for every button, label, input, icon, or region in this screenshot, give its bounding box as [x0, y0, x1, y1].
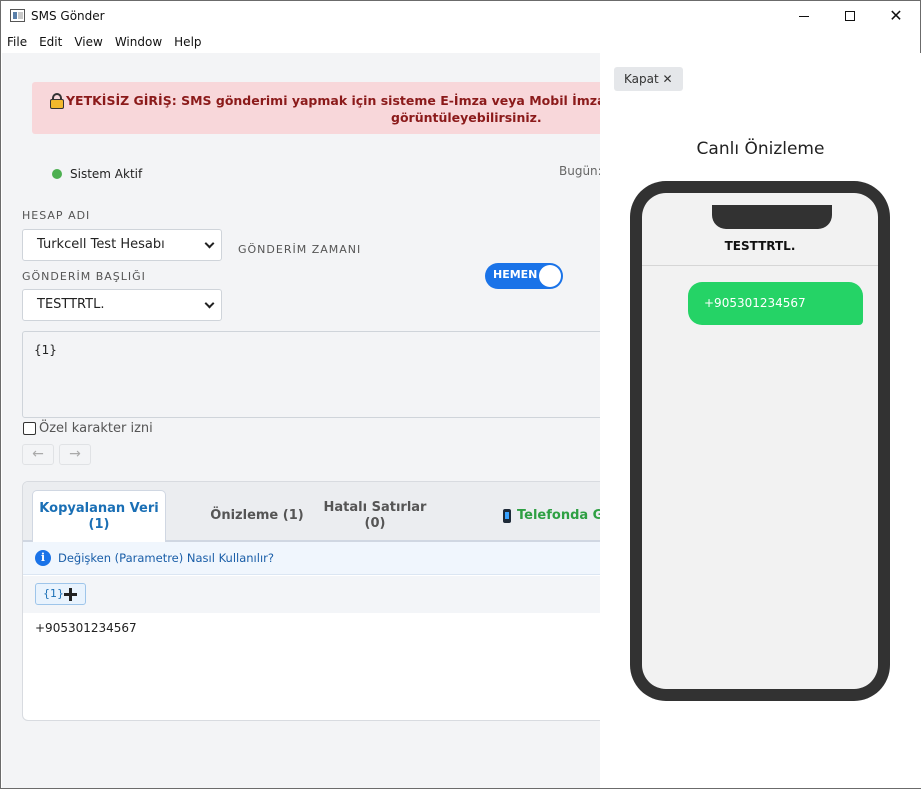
- tab-error-rows-label: Hatalı Satırlar: [323, 500, 427, 515]
- alert-line-1: YETKİSİZ GİRİŞ: SMS gönderimi yapmak içi…: [50, 93, 600, 109]
- schedule-label: GÖNDERİM ZAMANI: [238, 243, 362, 256]
- close-icon: ✕: [889, 6, 903, 25]
- alert-prefix: YETKİSİZ GİRİŞ:: [66, 93, 177, 108]
- header-label: GÖNDERİM BAŞLIĞI: [22, 270, 146, 283]
- account-select-value: Turkcell Test Hesabı: [37, 237, 165, 252]
- move-icon[interactable]: [64, 588, 77, 601]
- close-window-button[interactable]: ✕: [873, 1, 919, 31]
- screen-divider: [642, 265, 878, 266]
- header-select[interactable]: TESTTRTL.: [22, 289, 222, 321]
- close-preview-button[interactable]: Kapat ✕: [614, 67, 683, 91]
- phone-notch: [712, 205, 832, 229]
- title-bar: SMS Gönder ✕: [1, 1, 920, 31]
- account-select[interactable]: Turkcell Test Hesabı: [22, 229, 222, 261]
- menu-bar: File Edit View Window Help: [1, 31, 920, 53]
- send-now-toggle[interactable]: HEMEN: [485, 263, 563, 289]
- lock-icon: [50, 93, 64, 109]
- header-select-value: TESTTRTL.: [37, 297, 105, 312]
- account-label: HESAP ADI: [22, 209, 91, 222]
- tab-phone-preview[interactable]: Telefonda Gö: [503, 490, 600, 542]
- today-label: Bugün:: [559, 164, 600, 178]
- tab-preview-label: Önizleme (1): [210, 508, 304, 523]
- parameter-row: {1}: [23, 576, 600, 613]
- maximize-button[interactable]: [827, 1, 873, 31]
- info-icon: i: [35, 550, 51, 566]
- parameter-chip-label: {1}: [43, 587, 64, 600]
- chevron-down-icon: [204, 238, 215, 249]
- parameter-chip[interactable]: {1}: [35, 583, 86, 605]
- maximize-icon: [845, 11, 855, 21]
- tab-copied-data[interactable]: Kopyalanan Veri (1): [32, 490, 166, 542]
- sms-form-panel: YETKİSİZ GİRİŞ: SMS gönderimi yapmak içi…: [2, 53, 600, 788]
- window-title: SMS Gönder: [31, 9, 105, 23]
- menu-window[interactable]: Window: [109, 31, 168, 53]
- parameter-help-link[interactable]: i Değişken (Parametre) Nasıl Kullanılır?: [23, 542, 600, 575]
- chevron-down-icon: [204, 298, 215, 309]
- tab-copied-data-count: (1): [88, 516, 110, 532]
- message-textarea[interactable]: {1}: [22, 331, 600, 418]
- app-window: SMS Gönder ✕ File Edit View Window Help …: [0, 0, 921, 789]
- alert-line-2: görüntüleyebilirsiniz.: [391, 110, 542, 125]
- tab-phone-preview-label: Telefonda Gö: [517, 508, 600, 523]
- mobile-phone-icon: [503, 509, 511, 523]
- phone-screen: TESTTRTL. +905301234567: [642, 193, 878, 689]
- phone-mockup: TESTTRTL. +905301234567: [630, 181, 890, 701]
- toggle-knob: [539, 265, 561, 287]
- tab-error-rows-count: (0): [364, 516, 386, 531]
- tab-copied-data-label: Kopyalanan Veri: [39, 500, 159, 516]
- alert-message: SMS gönderimi yapmak için sisteme E-İmza…: [176, 93, 600, 108]
- system-status: Sistem Aktif: [52, 167, 142, 181]
- status-text: Sistem Aktif: [70, 167, 143, 181]
- live-preview-panel: Kapat ✕ Canlı Önizleme TESTTRTL. +905301…: [600, 53, 921, 788]
- unauthorized-alert: YETKİSİZ GİRİŞ: SMS gönderimi yapmak içi…: [32, 82, 600, 134]
- data-row: +905301234567: [35, 621, 137, 635]
- special-chars-checkbox[interactable]: [23, 422, 36, 435]
- special-chars-option: Özel karakter izni: [23, 421, 153, 436]
- preview-title: Canlı Önizleme: [696, 139, 825, 159]
- data-tabs-card: Kopyalanan Veri (1) Önizleme (1) Hatalı …: [22, 481, 600, 721]
- menu-view[interactable]: View: [68, 31, 108, 53]
- status-dot-icon: [52, 169, 62, 179]
- menu-edit[interactable]: Edit: [33, 31, 68, 53]
- sender-name: TESTTRTL.: [724, 239, 796, 253]
- tab-error-rows[interactable]: Hatalı Satırlar (0): [311, 490, 439, 542]
- toggle-label: HEMEN: [493, 268, 538, 281]
- minimize-button[interactable]: [781, 1, 827, 31]
- tab-preview[interactable]: Önizleme (1): [183, 490, 331, 542]
- redo-button[interactable]: →: [59, 444, 91, 465]
- app-icon: [10, 9, 25, 22]
- special-chars-label: Özel karakter izni: [39, 421, 153, 436]
- menu-file[interactable]: File: [1, 31, 33, 53]
- undo-button[interactable]: ←: [22, 444, 54, 465]
- tab-bar: Kopyalanan Veri (1) Önizleme (1) Hatalı …: [23, 482, 600, 542]
- minimize-icon: [799, 15, 809, 17]
- menu-help[interactable]: Help: [168, 31, 207, 53]
- parameter-help-text: Değişken (Parametre) Nasıl Kullanılır?: [58, 551, 274, 565]
- message-text: {1}: [34, 343, 57, 357]
- message-bubble: +905301234567: [688, 282, 863, 325]
